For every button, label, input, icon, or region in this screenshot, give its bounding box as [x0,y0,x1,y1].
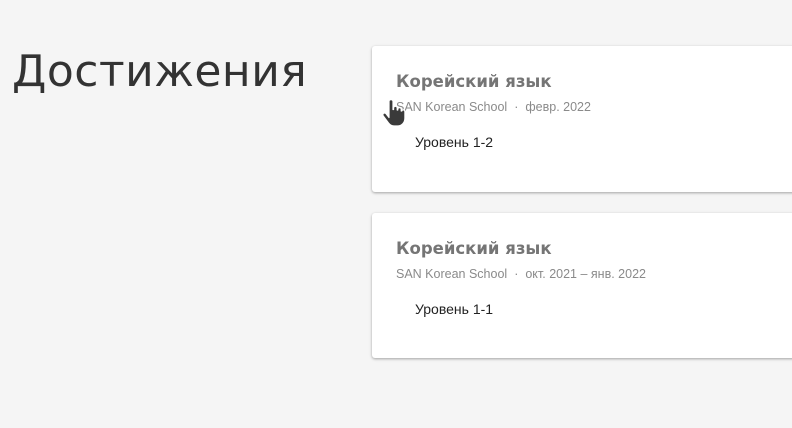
achievement-card[interactable]: Корейский язык SAN Korean School · окт. 20… [372,213,792,358]
achievement-title: Корейский язык [396,239,552,258]
achievement-date: окт. 2021 – янв. 2022 [525,267,646,281]
achievement-issuer: SAN Korean School [396,100,508,114]
achievement-meta: SAN Korean School · окт. 2021 – янв. 2022 [396,266,646,282]
achievement-issuer: SAN Korean School [396,267,508,281]
achievement-card[interactable]: Корейский язык SAN Korean School · февр. 2… [372,46,792,192]
achievement-level: Уровень 1-2 [415,134,494,150]
achievement-meta: SAN Korean School · февр. 2022 [396,99,591,115]
meta-separator: · [514,100,519,114]
meta-separator: · [514,267,519,281]
achievement-title: Корейский язык [396,72,552,91]
achievement-level: Уровень 1-1 [415,301,494,317]
page-title: Достижения [12,46,308,97]
achievement-date: февр. 2022 [525,100,591,114]
